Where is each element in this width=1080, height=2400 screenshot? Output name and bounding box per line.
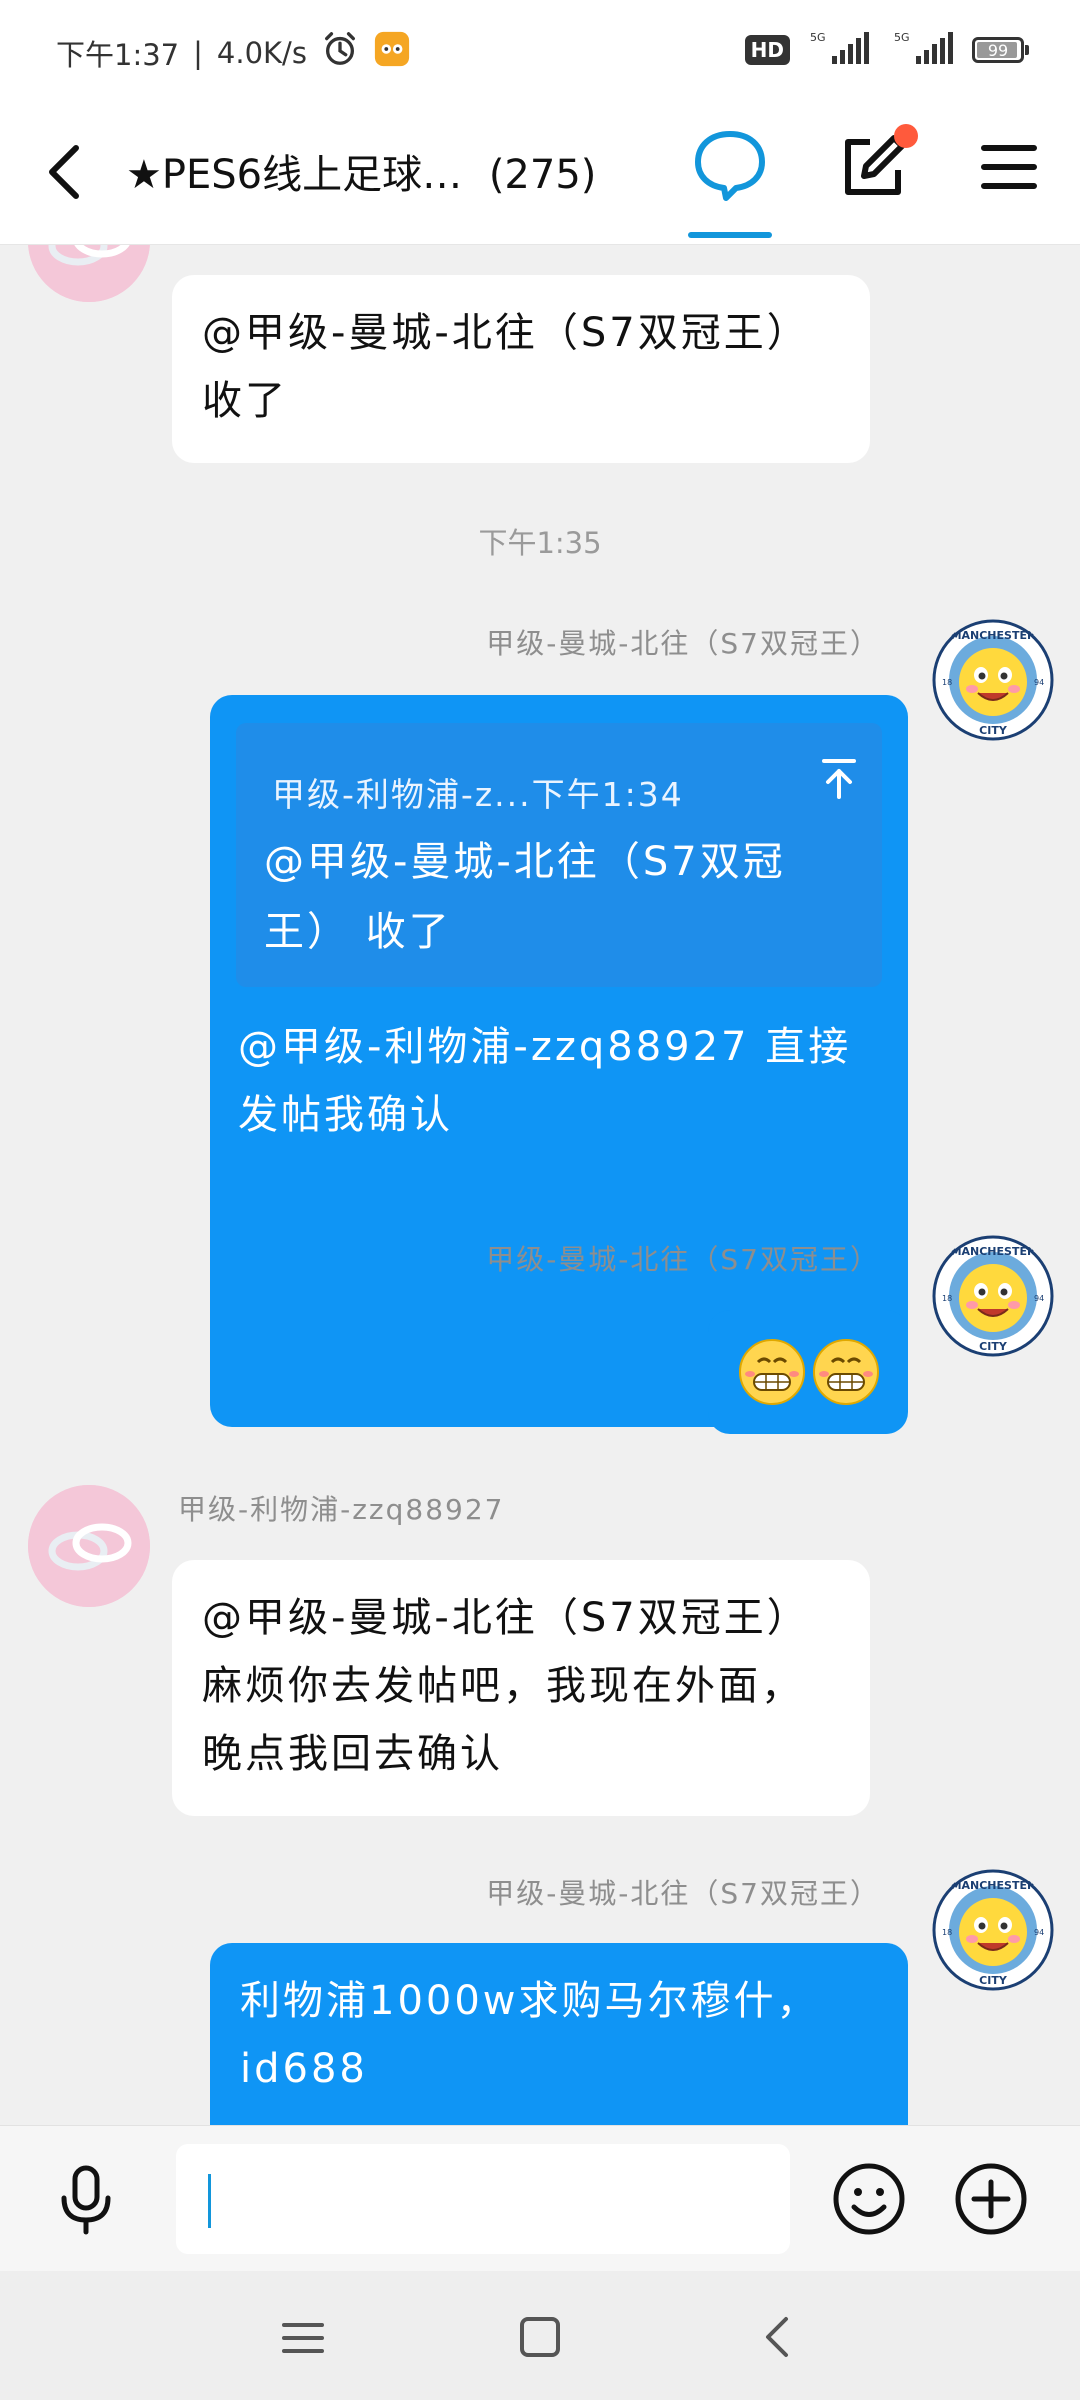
message-bubble[interactable]: @甲级-曼城-北往（S7双冠王） 收了: [172, 275, 870, 463]
status-right: HD 5G 5G 99: [744, 30, 1029, 70]
svg-text:5G: 5G: [894, 31, 910, 44]
svg-text:18: 18: [942, 1294, 952, 1303]
avatar[interactable]: [28, 1485, 150, 1607]
active-tab-indicator: [688, 232, 772, 238]
svg-text:94: 94: [1034, 1294, 1044, 1303]
status-time: 下午1:37: [56, 37, 180, 72]
signal-icon: 5G: [888, 30, 958, 70]
message-input[interactable]: [176, 2144, 790, 2254]
group-name: ★PES6线上足球…: [126, 152, 463, 198]
menu-button[interactable]: [976, 134, 1042, 200]
voice-button[interactable]: [48, 2162, 124, 2238]
svg-text:CITY: CITY: [979, 1974, 1008, 1987]
input-bar: [0, 2125, 1080, 2272]
text-caret: [208, 2174, 211, 2228]
svg-text:CITY: CITY: [979, 1340, 1008, 1353]
message-bubble[interactable]: @甲级-曼城-北往（S7双冠王） 麻烦你去发帖吧，我现在外面，晚点我回去确认: [172, 1560, 870, 1816]
message-text: @甲级-曼城-北往（S7双冠王） 麻烦你去发帖吧，我现在外面，晚点我回去确认: [202, 1595, 810, 1777]
notification-dot: [894, 124, 918, 148]
svg-text:CITY: CITY: [979, 724, 1008, 737]
chat-tab-button[interactable]: [690, 124, 770, 204]
avatar[interactable]: MANCHESTER CITY 18 94: [932, 1869, 1054, 1991]
rings-icon: [28, 1485, 150, 1607]
arrow-up-to-top-icon[interactable]: [814, 753, 864, 803]
sender-name: 甲级-利物浦-zzq88927: [178, 1493, 505, 1526]
rings-icon: [28, 245, 150, 302]
time-divider: 下午1:35: [478, 526, 602, 560]
svg-text:MANCHESTER: MANCHESTER: [951, 629, 1036, 642]
sender-name: 甲级-曼城-北往（S7双冠王）: [486, 1877, 880, 1910]
back-icon: [49, 145, 79, 199]
member-count: (275): [488, 152, 597, 198]
quoted-message[interactable]: 甲级-利物浦-z...下午1:34 @甲级-曼城-北往（S7双冠王） 收了: [236, 723, 882, 987]
system-nav-bar: [0, 2271, 1080, 2400]
message-list[interactable]: @甲级-曼城-北往（S7双冠王） 收了 下午1:35 甲级-曼城-北往（S7双冠…: [0, 245, 1080, 2125]
nav-home-icon: [520, 2317, 560, 2357]
emoji-icon: [833, 2163, 905, 2235]
menu-icon: [981, 145, 1037, 189]
nav-home-button[interactable]: [514, 2311, 566, 2363]
plus-button[interactable]: [952, 2160, 1030, 2238]
status-separator: |: [193, 35, 203, 70]
nav-back-icon: [766, 2317, 788, 2357]
nav-menu-icon: [282, 2323, 324, 2353]
avatar[interactable]: [28, 245, 150, 302]
hd-badge: HD: [744, 35, 790, 65]
chat-header: ★PES6线上足球… (275): [0, 104, 1080, 245]
svg-text:94: 94: [1034, 678, 1044, 687]
man-city-badge-icon: MANCHESTER CITY 18 94: [932, 1235, 1054, 1357]
avatar[interactable]: MANCHESTER CITY 18 94: [932, 619, 1054, 741]
man-city-badge-icon: MANCHESTER CITY 18 94: [932, 619, 1054, 741]
chat-bubble-icon: [695, 131, 765, 201]
sender-name: 甲级-曼城-北往（S7双冠王）: [486, 1243, 880, 1276]
status-bar: 下午1:37 | 4.0K/s HD 5G 5G 99: [0, 0, 1080, 104]
battery-icon: 99: [972, 37, 1029, 63]
message-text: @甲级-利物浦-zzq88927 直接发帖我确认: [238, 1024, 852, 1138]
message-text: 利物浦1000w求购马尔穆什，id688: [240, 1978, 820, 2092]
message-bubble[interactable]: 利物浦1000w求购马尔穆什，id688: [210, 1943, 908, 2125]
svg-text:94: 94: [1034, 1928, 1044, 1937]
quote-meta: 甲级-利物浦-z...下午1:34: [272, 775, 684, 814]
svg-text:MANCHESTER: MANCHESTER: [951, 1245, 1036, 1258]
microphone-icon: [61, 2165, 111, 2235]
group-title[interactable]: ★PES6线上足球… (275): [126, 142, 656, 200]
message-text: @甲级-曼城-北往（S7双冠王） 收了: [202, 310, 810, 424]
sender-name: 甲级-曼城-北往（S7双冠王）: [486, 627, 880, 660]
man-city-badge-icon: MANCHESTER CITY 18 94: [932, 1869, 1054, 1991]
message-bubble[interactable]: [708, 1310, 908, 1434]
app-icon: [373, 30, 411, 75]
svg-text:18: 18: [942, 1928, 952, 1937]
nav-menu-button[interactable]: [278, 2313, 328, 2363]
svg-text:5G: 5G: [810, 31, 826, 44]
emoji-button[interactable]: [830, 2160, 908, 2238]
plus-circle-icon: [955, 2163, 1027, 2235]
quote-text: @甲级-曼城-北往（S7双冠王） 收了: [264, 839, 786, 955]
network-speed: 4.0K/s: [216, 35, 307, 70]
battery-level: 99: [987, 40, 1009, 60]
nav-back-button[interactable]: [752, 2311, 804, 2363]
svg-text:MANCHESTER: MANCHESTER: [951, 1879, 1036, 1892]
svg-text:18: 18: [942, 678, 952, 687]
alarm-icon: [321, 30, 359, 75]
grinning-emoji-icon: [739, 1339, 879, 1405]
back-button[interactable]: [30, 134, 106, 210]
signal-icon: 5G: [804, 30, 874, 70]
status-left: 下午1:37 | 4.0K/s: [56, 30, 411, 75]
avatar[interactable]: MANCHESTER CITY 18 94: [932, 1235, 1054, 1357]
